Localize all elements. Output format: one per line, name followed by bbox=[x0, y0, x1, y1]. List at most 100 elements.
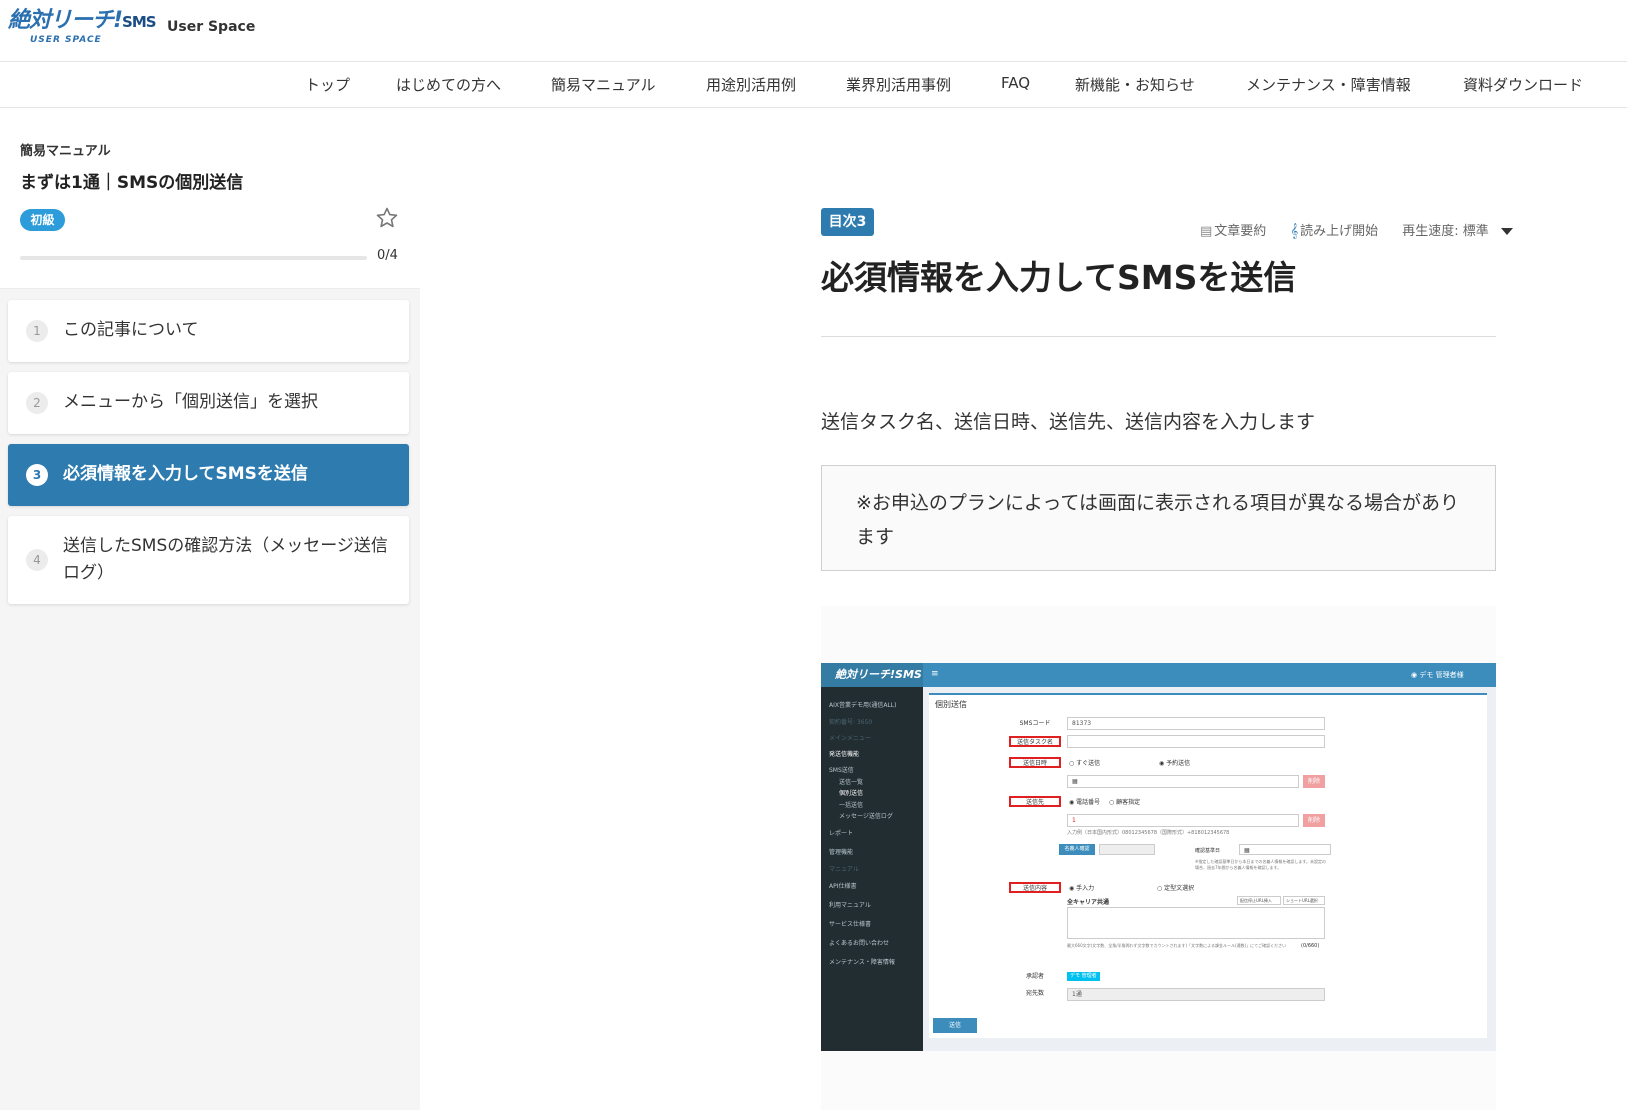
site-logo[interactable]: 絶対リーチ!SMS USER SPACE bbox=[8, 8, 157, 45]
shot-sms-code-select: 81373 bbox=[1067, 717, 1325, 730]
toc-badge: 目次3 bbox=[821, 208, 874, 236]
shot-content-label: 送信内容 bbox=[1009, 882, 1061, 893]
shot-count-label: 宛先数 bbox=[1025, 990, 1044, 997]
step-label: この記事について bbox=[63, 320, 199, 340]
shot-account: AIX営業デモ用(通信ALL) bbox=[829, 702, 897, 709]
shot-user-name: デモ 管理者様 bbox=[1419, 671, 1464, 679]
admin-screenshot: 絶対リーチ!SMS ≡ ◉ デモ 管理者様 AIX営業デモ用(通信ALL) 契約… bbox=[821, 663, 1496, 1051]
shot-report: レポート bbox=[829, 830, 854, 837]
nav-item-beginners[interactable]: はじめての方へ bbox=[396, 74, 501, 95]
shot-template-text: 定型文選択 bbox=[1164, 885, 1195, 892]
shot-link: よくあるお問い合わせ bbox=[829, 940, 890, 947]
shot-task-name-input bbox=[1067, 735, 1325, 748]
shot-reserve-text: 予約送信 bbox=[1166, 760, 1191, 767]
logo-subtitle: USER SPACE bbox=[30, 35, 102, 45]
shot-send-now: ○ すぐ送信 bbox=[1069, 760, 1101, 767]
shot-send-button: 送信 bbox=[933, 1018, 977, 1033]
step-number: 1 bbox=[26, 320, 48, 342]
star-icon[interactable] bbox=[375, 206, 399, 230]
shot-manual-input: ◉ 手入力 bbox=[1069, 885, 1095, 892]
ear-icon: 𝄞 bbox=[1290, 224, 1299, 239]
shot-sidebar: AIX営業デモ用(通信ALL) 契約番号: 3650 メインメニュー 発送信機能… bbox=[821, 687, 923, 1051]
shot-customer: ○ 顧客指定 bbox=[1109, 799, 1141, 806]
shot-phone: ◉ 電話番号 bbox=[1069, 799, 1101, 806]
nav-item-news[interactable]: 新機能・お知らせ bbox=[1075, 74, 1195, 95]
section-title: 必須情報を入力してSMSを送信 bbox=[821, 258, 1297, 297]
logo-text: 絶対リーチ! bbox=[8, 8, 123, 33]
shot-dest-input: 1 bbox=[1067, 814, 1299, 827]
shot-message-textarea bbox=[1067, 907, 1325, 939]
progress-bar bbox=[20, 256, 367, 260]
nav-item-manual[interactable]: 簡易マニュアル bbox=[551, 74, 656, 95]
shot-sub-item: 送信一覧 bbox=[839, 779, 864, 786]
shot-input-example: 入力例（日本国内形式）08012345678（国際形式）+81801234567… bbox=[1067, 830, 1230, 836]
shot-name-confirm-input bbox=[1099, 844, 1155, 855]
nav-item-maintenance[interactable]: メンテナンス・障害情報 bbox=[1246, 74, 1411, 95]
divider bbox=[821, 336, 1496, 337]
shot-date-input: ▦ bbox=[1067, 775, 1299, 788]
shot-sub-item: 個別送信 bbox=[839, 790, 864, 797]
shot-approver-tag: デモ 管理者 bbox=[1067, 972, 1100, 981]
shot-link: サービス仕様書 bbox=[829, 921, 872, 928]
shot-count-value: 1通 bbox=[1067, 988, 1325, 1001]
progress-count: 0/4 bbox=[377, 248, 398, 263]
step-number: 4 bbox=[26, 549, 48, 571]
summary-label: 文章要約 bbox=[1214, 224, 1267, 239]
shot-form-box: 個別送信 SMSコード 81373 送信タスク名 送信日時 ○ すぐ送信 ◉ 予… bbox=[929, 693, 1487, 1038]
shot-content: 個別送信 SMSコード 81373 送信タスク名 送信日時 ○ すぐ送信 ◉ 予… bbox=[923, 687, 1496, 1051]
shot-confirm-date: 確認基準日 bbox=[1195, 848, 1221, 854]
article-tools: ▤ 文章要約 𝄞 読み上げ開始 再生速度: 標準 bbox=[1200, 220, 1533, 239]
step-number: 2 bbox=[26, 392, 48, 414]
read-aloud-label: 読み上げ開始 bbox=[1300, 224, 1379, 239]
shot-char-count: (0/660) bbox=[1301, 943, 1320, 949]
shot-insert-stop-button: 配信停止URL挿入 bbox=[1237, 896, 1281, 905]
user-space-label: User Space bbox=[167, 19, 256, 35]
nav-item-industry-cases[interactable]: 業界別活用事例 bbox=[846, 74, 951, 95]
step-label: 送信したSMSの確認方法（メッセージ送信ログ） bbox=[63, 536, 388, 583]
note-box: ※お申込のプランによっては画面に表示される項目が異なる場合があります bbox=[821, 465, 1496, 571]
logo-sms: SMS bbox=[122, 13, 157, 31]
shot-main-menu: メインメニュー bbox=[829, 735, 871, 742]
step-label: 必須情報を入力してSMSを送信 bbox=[63, 464, 308, 484]
lead-text: 送信タスク名、送信日時、送信先、送信内容を入力します bbox=[821, 411, 1316, 433]
article-header-card: 簡易マニュアル まずは1通｜SMSの個別送信 初級 0/4 bbox=[0, 108, 420, 289]
shot-link: API仕様書 bbox=[829, 883, 857, 890]
shot-sms-code-label: SMSコード bbox=[1019, 720, 1051, 727]
step-item-3-active[interactable]: 3 必須情報を入力してSMSを送信 bbox=[8, 444, 409, 506]
article-content: 目次3 ▤ 文章要約 𝄞 読み上げ開始 再生速度: 標準 必須情報を入力してSMSを… bbox=[420, 108, 1627, 1110]
main-nav: トップ はじめての方へ 簡易マニュアル 用途別活用例 業界別活用事例 FAQ 新… bbox=[0, 62, 1627, 108]
screenshot-frame: 絶対リーチ!SMS ≡ ◉ デモ 管理者様 AIX営業デモ用(通信ALL) 契約… bbox=[821, 606, 1496, 1110]
shot-manual-head: マニュアル bbox=[829, 866, 859, 873]
shot-contract: 契約番号: 3650 bbox=[829, 719, 873, 726]
speed-select[interactable]: 再生速度: 標準 bbox=[1402, 224, 1523, 239]
shot-dest-label: 送信先 bbox=[1009, 796, 1061, 807]
article-title: まずは1通｜SMSの個別送信 bbox=[20, 173, 244, 193]
shot-phone-text: 電話番号 bbox=[1076, 799, 1101, 806]
nav-item-use-cases[interactable]: 用途別活用例 bbox=[706, 74, 796, 95]
article-sidebar: 簡易マニュアル まずは1通｜SMSの個別送信 初級 0/4 1 この記事について… bbox=[0, 108, 420, 1110]
step-item-1[interactable]: 1 この記事について bbox=[8, 300, 409, 362]
shot-panel-title: 個別送信 bbox=[935, 700, 967, 709]
shot-datetime-label: 送信日時 bbox=[1009, 757, 1061, 768]
shot-admin: 管理機能 bbox=[829, 849, 854, 856]
step-number: 3 bbox=[26, 464, 48, 486]
shot-name-confirm-button: 名義人確認 bbox=[1059, 844, 1095, 855]
shot-link: 利用マニュアル bbox=[829, 902, 871, 909]
shot-confirm-note: ※指定した確認基準日から本日までの名義人情報を確認します。未設定の場合、過去7年… bbox=[1195, 859, 1326, 870]
shot-user: ◉ デモ 管理者様 bbox=[1411, 671, 1464, 679]
nav-item-top[interactable]: トップ bbox=[305, 74, 350, 95]
shot-confirm-date-input: ▦ bbox=[1239, 844, 1331, 855]
hamburger-icon: ≡ bbox=[931, 669, 939, 679]
nav-item-faq[interactable]: FAQ bbox=[1001, 74, 1030, 92]
summary-button[interactable]: ▤ 文章要約 bbox=[1200, 224, 1276, 239]
step-item-4[interactable]: 4 送信したSMSの確認方法（メッセージ送信ログ） bbox=[8, 516, 409, 604]
read-aloud-button[interactable]: 𝄞 読み上げ開始 bbox=[1290, 224, 1388, 239]
shot-delete-button: 削除 bbox=[1303, 814, 1325, 827]
site-header: 絶対リーチ!SMS USER SPACE User Space bbox=[0, 0, 1627, 62]
list-icon: ▤ bbox=[1200, 224, 1213, 239]
article-category: 簡易マニュアル bbox=[20, 144, 111, 159]
shot-sub-item: 一括送信 bbox=[839, 802, 864, 809]
nav-item-downloads[interactable]: 資料ダウンロード bbox=[1463, 74, 1583, 95]
caret-down-icon bbox=[1500, 228, 1513, 235]
step-item-2[interactable]: 2 メニューから「個別送信」を選択 bbox=[8, 372, 409, 434]
